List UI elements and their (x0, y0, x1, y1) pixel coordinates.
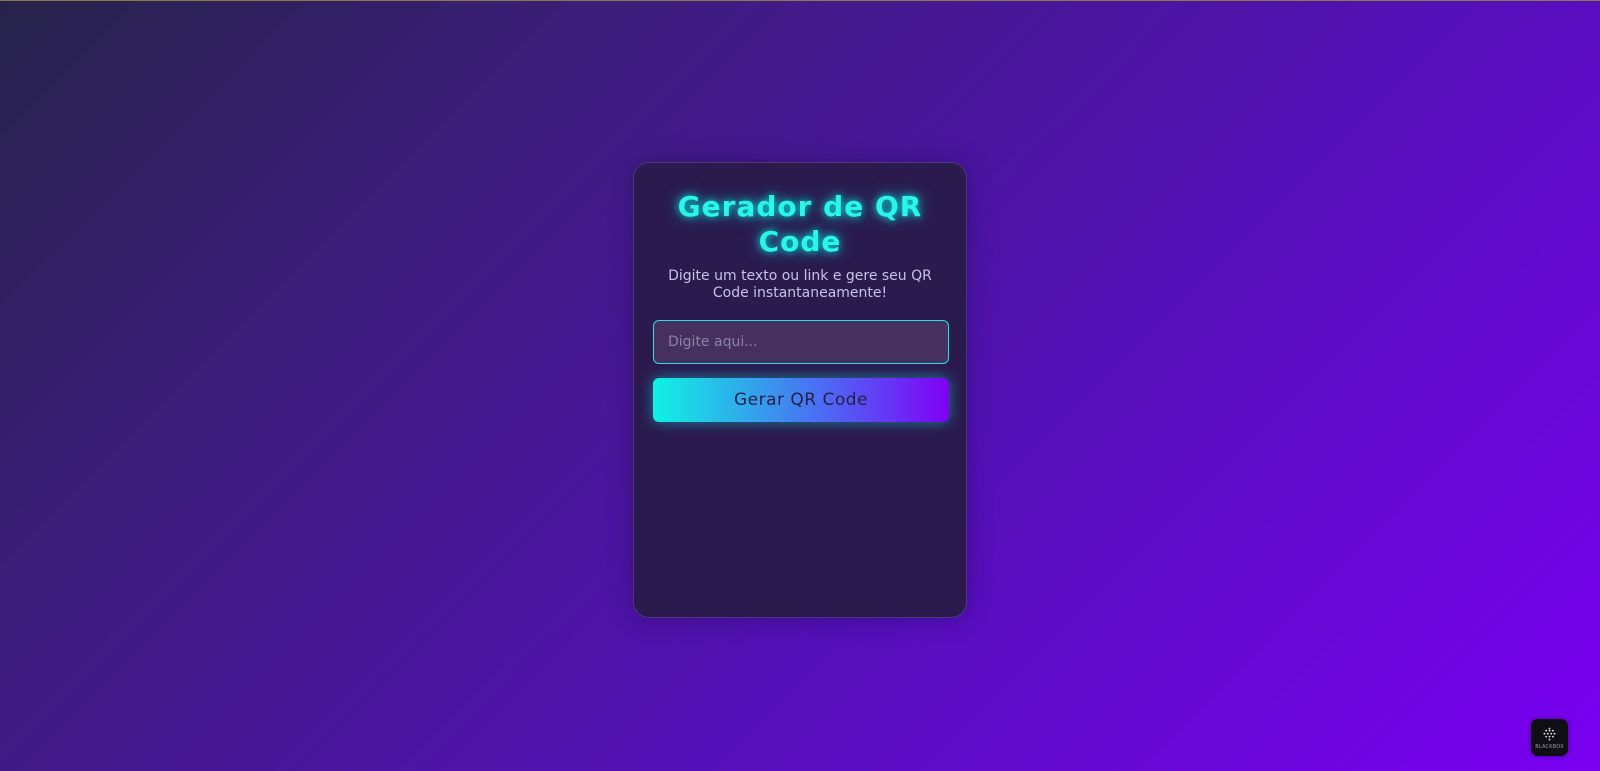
qr-generator-card: Gerador de QR Code Digite um texto ou li… (633, 162, 967, 618)
generate-qr-button[interactable]: Gerar QR Code (653, 378, 949, 422)
page-subtitle: Digite um texto ou link e gere seu QR Co… (668, 268, 932, 301)
blackbox-badge[interactable]: BLACKBOX (1531, 719, 1568, 756)
blackbox-logo-icon (1543, 727, 1556, 741)
text-input[interactable] (653, 320, 949, 364)
badge-label: BLACKBOX (1535, 743, 1564, 750)
page-title: Gerador de QR Code (677, 190, 923, 258)
